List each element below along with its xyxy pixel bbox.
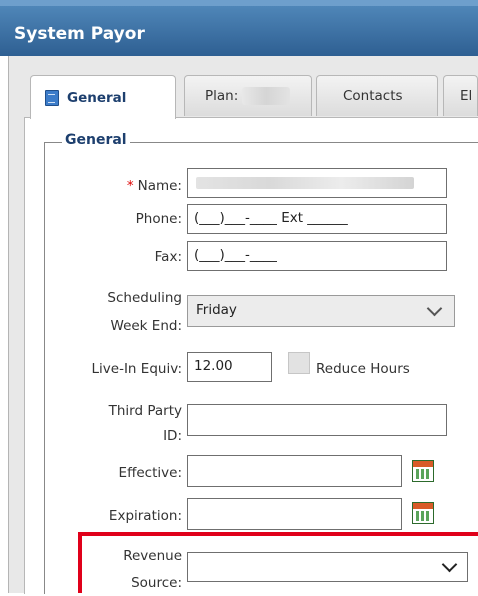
name-label-text: Name: bbox=[137, 178, 182, 194]
effective-date-input[interactable] bbox=[187, 455, 402, 487]
third-party-label-line1: Third Party bbox=[108, 403, 182, 419]
live-in-input[interactable]: 12.00 bbox=[187, 352, 272, 382]
calendar-icon[interactable] bbox=[412, 460, 434, 482]
tab-more-label: El bbox=[460, 88, 473, 104]
tab-plan[interactable]: Plan: bbox=[184, 75, 312, 116]
scheduling-label-line1: Scheduling bbox=[107, 290, 182, 306]
fax-label: Fax: bbox=[154, 249, 182, 265]
phone-label: Phone: bbox=[135, 211, 182, 227]
redacted-plan-name bbox=[242, 87, 291, 105]
revenue-label-line2: Source: bbox=[131, 575, 182, 591]
redacted-name bbox=[196, 177, 414, 189]
expiration-date-input[interactable] bbox=[187, 498, 402, 530]
revenue-source-select[interactable] bbox=[187, 552, 468, 582]
fax-input[interactable]: (___)___-____ bbox=[187, 241, 447, 271]
reduce-hours-checkbox[interactable] bbox=[288, 352, 310, 374]
third-party-id-input[interactable] bbox=[187, 404, 447, 436]
chevron-down-icon bbox=[426, 300, 443, 317]
chevron-down-icon bbox=[441, 556, 458, 573]
name-label: * Name: bbox=[60, 173, 182, 199]
phone-input[interactable]: (___)___-____ Ext ______ bbox=[187, 204, 447, 234]
live-in-label: Live-In Equiv: bbox=[91, 361, 182, 377]
tab-contacts-label: Contacts bbox=[343, 88, 403, 104]
scheduling-week-end-select[interactable]: Friday bbox=[187, 295, 455, 327]
effective-label: Effective: bbox=[118, 465, 182, 481]
tab-plan-label: Plan: bbox=[205, 88, 239, 104]
document-icon bbox=[45, 89, 59, 106]
scheduling-value: Friday bbox=[196, 302, 237, 318]
expiration-label: Expiration: bbox=[108, 508, 182, 524]
required-marker: * bbox=[126, 178, 134, 194]
third-party-label-line2: ID: bbox=[163, 428, 182, 444]
tab-more[interactable]: El bbox=[443, 75, 478, 116]
scheduling-label-line2: Week End: bbox=[110, 318, 182, 334]
tab-general[interactable]: General bbox=[30, 75, 176, 119]
title-bar: System Payor bbox=[0, 0, 478, 56]
section-legend: General bbox=[62, 132, 130, 148]
window-title: System Payor bbox=[14, 24, 145, 44]
tab-contacts[interactable]: Contacts bbox=[316, 75, 438, 116]
reduce-hours-label: Reduce Hours bbox=[316, 361, 410, 377]
tab-general-label: General bbox=[67, 89, 127, 106]
revenue-label-line1: Revenue bbox=[123, 548, 182, 564]
calendar-icon[interactable] bbox=[412, 502, 434, 524]
